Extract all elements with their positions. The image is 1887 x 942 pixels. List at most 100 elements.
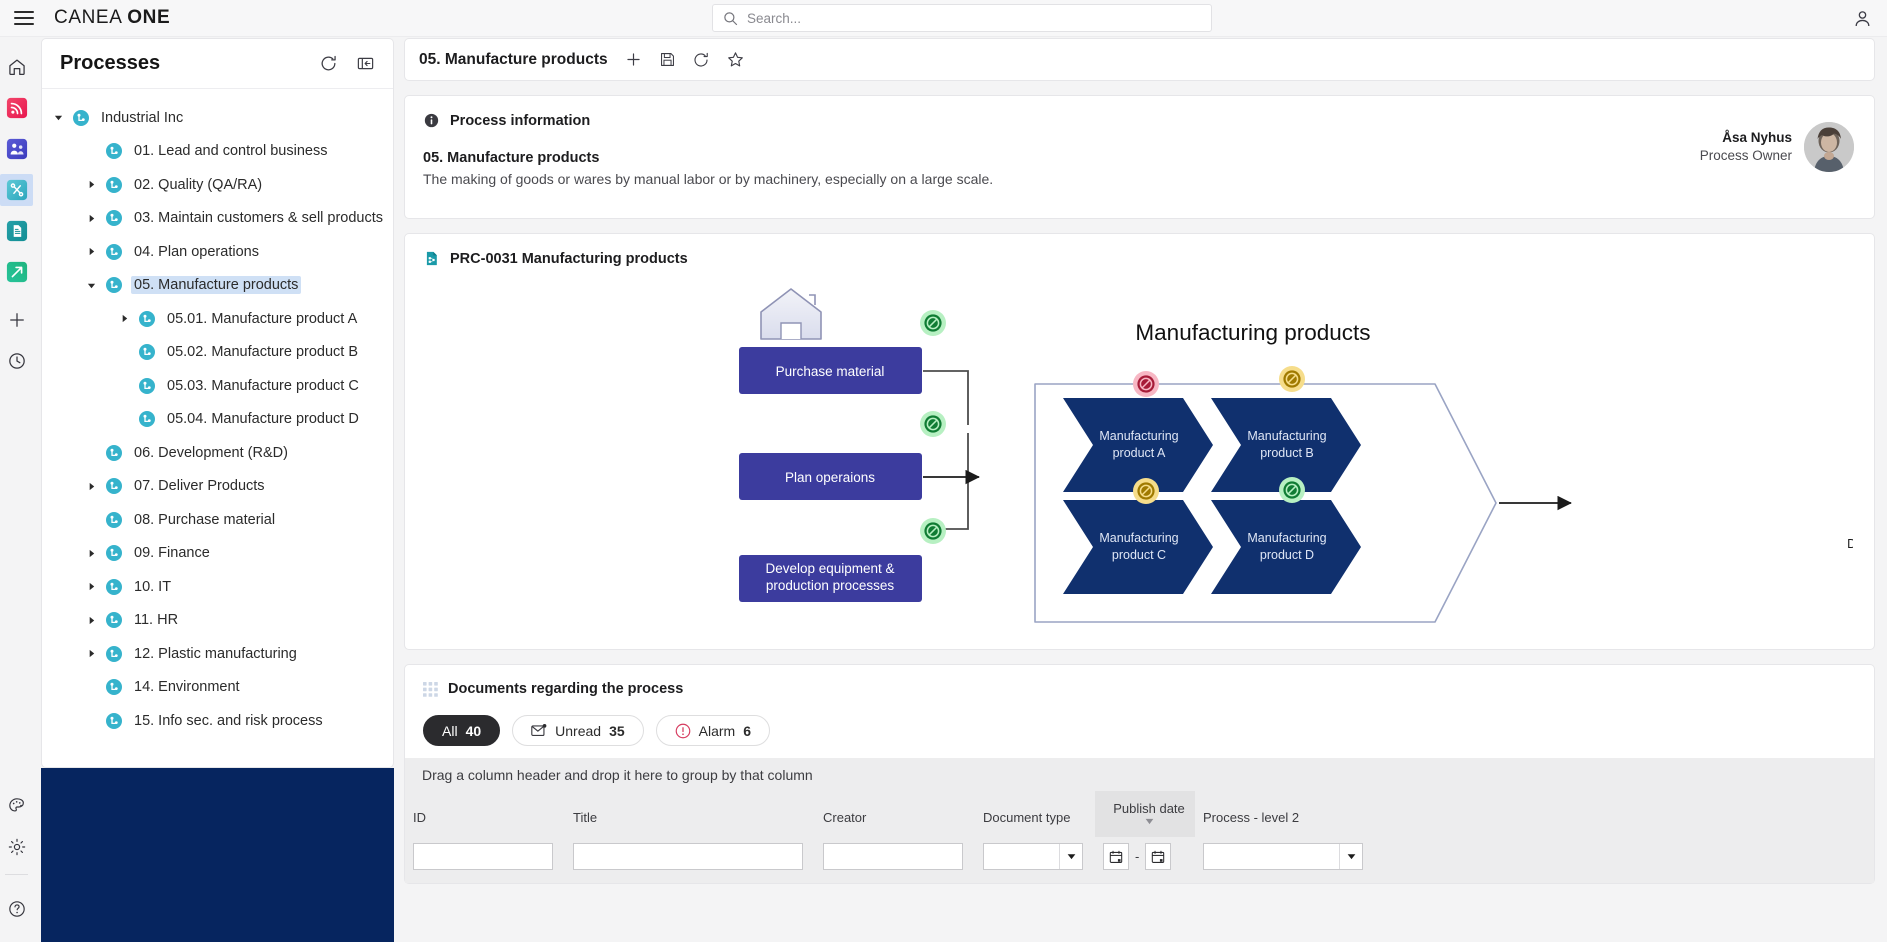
column-header[interactable]: Document type: [975, 791, 1095, 837]
process-owner-name: Åsa Nyhus: [1700, 129, 1792, 147]
tree-item[interactable]: 09. Finance: [42, 537, 393, 571]
rail-item-add[interactable]: [6, 309, 28, 331]
process-diagram-header[interactable]: PRC-0031 Manufacturing products: [423, 250, 1856, 267]
documents-tab-all[interactable]: All40: [423, 715, 500, 746]
avatar[interactable]: [1804, 122, 1854, 172]
column-header[interactable]: Process - level 2: [1195, 791, 1375, 837]
process-diagram[interactable]: Main process Purchase material Plan oper…: [423, 267, 1856, 637]
tree-item[interactable]: 06. Development (R&D): [42, 436, 393, 470]
chevron-right-icon[interactable]: [83, 616, 99, 625]
documents-tab-alarm[interactable]: Alarm6: [656, 715, 770, 746]
svg-text:Manufacturing: Manufacturing: [1247, 531, 1326, 545]
documents-grid-header: IDTitleCreatorDocument type Publish date P…: [405, 791, 1874, 837]
save-button[interactable]: [659, 51, 676, 68]
tree-item[interactable]: 08. Purchase material: [42, 503, 393, 537]
favorite-button[interactable]: [726, 50, 745, 69]
tree-item[interactable]: Industrial Inc: [42, 101, 393, 135]
tree-item[interactable]: 05.04. Manufacture product D: [42, 403, 393, 437]
rail-item-help[interactable]: [6, 898, 28, 920]
tree-item[interactable]: 05.02. Manufacture product B: [42, 336, 393, 370]
chevron-right-icon[interactable]: [83, 247, 99, 256]
tree-item[interactable]: 12. Plastic manufacturing: [42, 637, 393, 671]
refresh-button[interactable]: [692, 51, 710, 69]
tree-item-label: 09. Finance: [131, 544, 213, 562]
chevron-right-icon[interactable]: [83, 649, 99, 658]
column-header-label: Process - level 2: [1203, 810, 1299, 825]
date-from-picker[interactable]: [1103, 843, 1129, 870]
column-header[interactable]: Publish date: [1095, 791, 1195, 837]
rail-item-news[interactable]: [6, 97, 28, 119]
column-header[interactable]: ID: [405, 791, 565, 837]
filter-select[interactable]: [1203, 843, 1363, 870]
date-range-separator: -: [1135, 849, 1139, 864]
status-marker-green-3: [920, 518, 946, 544]
tree-item[interactable]: 07. Deliver Products: [42, 470, 393, 504]
home-icon: [7, 57, 27, 77]
sidebar-refresh-button[interactable]: [319, 54, 338, 73]
rail-bottom-group: [5, 776, 28, 942]
chevron-right-icon[interactable]: [83, 582, 99, 591]
chevron-down-icon[interactable]: [1339, 844, 1362, 869]
sidebar-collapse-button[interactable]: [356, 54, 375, 73]
svg-text:Develop equipment &: Develop equipment &: [765, 561, 894, 576]
search-bar[interactable]: [712, 4, 1212, 32]
tree-item[interactable]: 05. Manufacture products: [42, 269, 393, 303]
filter-text-input[interactable]: [413, 843, 553, 870]
column-header[interactable]: Title: [565, 791, 815, 837]
search-input[interactable]: [747, 11, 1201, 26]
process-node-icon: [106, 512, 122, 528]
rail-item-processes[interactable]: [6, 179, 28, 201]
process-node-icon: [106, 277, 122, 293]
tree-item[interactable]: 03. Maintain customers & sell products: [42, 202, 393, 236]
group-by-dropzone[interactable]: Drag a column header and drop it here to…: [405, 758, 1874, 791]
rail-item-theme[interactable]: [6, 795, 28, 817]
documents-tab-count: 40: [466, 723, 482, 739]
tree-item[interactable]: 10. IT: [42, 570, 393, 604]
tree-item[interactable]: 15. Info sec. and risk process: [42, 704, 393, 738]
column-header[interactable]: Creator: [815, 791, 975, 837]
tree-item[interactable]: 05.03. Manufacture product C: [42, 369, 393, 403]
chevron-down-icon[interactable]: [1059, 844, 1082, 869]
user-account-icon[interactable]: [1852, 8, 1873, 29]
chevron-right-icon[interactable]: [116, 314, 132, 323]
tree-item-label: 12. Plastic manufacturing: [131, 645, 300, 663]
tree-item-label: 15. Info sec. and risk process: [131, 712, 326, 730]
filter-select[interactable]: [983, 843, 1083, 870]
chevron-right-icon[interactable]: [83, 482, 99, 491]
process-node-icon: [106, 713, 122, 729]
documents-tab-unread[interactable]: Unread35: [512, 715, 644, 746]
tree-item[interactable]: 05.01. Manufacture product A: [42, 302, 393, 336]
gear-icon: [7, 837, 27, 857]
column-header-label: Publish date: [1113, 801, 1185, 816]
hamburger-menu-icon[interactable]: [14, 11, 34, 25]
rail-item-improvements[interactable]: [6, 261, 28, 283]
process-diagram-svg[interactable]: Main process Purchase material Plan oper…: [423, 267, 1853, 627]
rail-item-people[interactable]: [6, 138, 28, 160]
rail-item-documents[interactable]: [6, 220, 28, 242]
process-node-icon: [106, 244, 122, 260]
chevron-down-icon[interactable]: [83, 281, 99, 290]
add-button[interactable]: [624, 50, 643, 69]
chevron-right-icon[interactable]: [83, 549, 99, 558]
process-node-icon: [139, 378, 155, 394]
date-to-picker[interactable]: [1145, 843, 1171, 870]
tree-item[interactable]: 02. Quality (QA/RA): [42, 168, 393, 202]
tree-item[interactable]: 04. Plan operations: [42, 235, 393, 269]
status-marker-red: [1133, 371, 1159, 397]
rail-item-recent[interactable]: [6, 350, 28, 372]
tree-item[interactable]: 14. Environment: [42, 671, 393, 705]
tree-item[interactable]: 11. HR: [42, 604, 393, 638]
process-name: 05. Manufacture products: [423, 150, 1856, 166]
chevron-down-icon[interactable]: [50, 113, 66, 122]
tree-item[interactable]: 01. Lead and control business: [42, 135, 393, 169]
rail-item-settings[interactable]: [6, 836, 28, 858]
filter-text-input[interactable]: [823, 843, 963, 870]
filter-text-input[interactable]: [573, 843, 803, 870]
sidebar-footer-panel: [41, 768, 394, 942]
process-information-card: Process information 05. Manufacture prod…: [404, 95, 1875, 219]
chevron-right-icon[interactable]: [83, 214, 99, 223]
document-icon: [6, 220, 28, 242]
people-icon: [6, 138, 28, 160]
rail-item-home[interactable]: [6, 56, 28, 78]
chevron-right-icon[interactable]: [83, 180, 99, 189]
